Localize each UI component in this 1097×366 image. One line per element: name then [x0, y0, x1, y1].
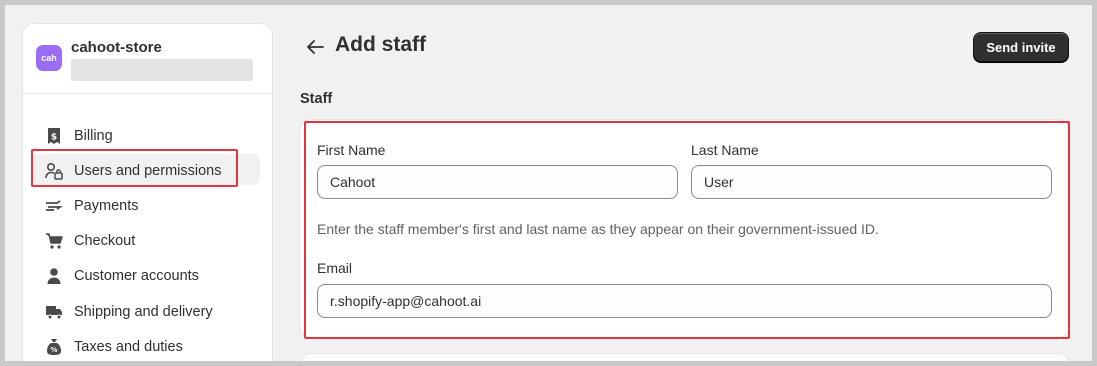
sidebar-item-billing[interactable]: $ Billing [23, 118, 272, 153]
svg-text:%: % [50, 346, 57, 354]
send-invite-button[interactable]: Send invite [973, 32, 1069, 62]
sidebar-item-label: Customer accounts [74, 268, 199, 285]
cart-icon [45, 232, 63, 250]
sidebar-item-label: Taxes and duties [74, 338, 183, 355]
receipt-dollar-icon: $ [45, 127, 63, 145]
sidebar-item-shipping-and-delivery[interactable]: Shipping and delivery [23, 294, 272, 329]
svg-text:$: $ [51, 132, 57, 142]
page-title: Add staff [335, 33, 426, 56]
store-subtitle-redacted [71, 59, 253, 81]
sidebar-item-label: Shipping and delivery [74, 303, 213, 320]
sidebar-item-label: Checkout [74, 233, 136, 250]
sidebar-item-label: Billing [74, 127, 113, 144]
back-arrow-icon[interactable] [305, 38, 327, 56]
sidebar-item-customer-accounts[interactable]: Customer accounts [23, 259, 272, 294]
person-icon [45, 267, 63, 285]
store-avatar: cah [36, 45, 62, 71]
next-card [299, 353, 1070, 361]
store-name: cahoot-store [71, 39, 162, 56]
highlight-box-form [304, 121, 1070, 339]
staff-section-heading: Staff [300, 91, 333, 107]
app-frame: cah cahoot-store $ Billing Users and per… [5, 5, 1092, 361]
store-header[interactable]: cah cahoot-store [23, 24, 272, 94]
sidebar-item-label: Payments [74, 197, 139, 214]
sidebar-item-users-and-permissions[interactable]: Users and permissions [23, 149, 272, 188]
payments-icon [45, 197, 63, 215]
truck-icon [45, 303, 63, 321]
sidebar-item-checkout[interactable]: Checkout [23, 224, 272, 259]
settings-nav: $ Billing Users and permissions Payments [23, 118, 272, 361]
settings-sidebar: cah cahoot-store $ Billing Users and per… [22, 23, 273, 361]
tax-bag-icon: % [45, 338, 63, 356]
sidebar-item-taxes-and-duties[interactable]: % Taxes and duties [23, 329, 272, 361]
sidebar-item-payments[interactable]: Payments [23, 188, 272, 223]
highlight-box-nav [31, 149, 238, 188]
